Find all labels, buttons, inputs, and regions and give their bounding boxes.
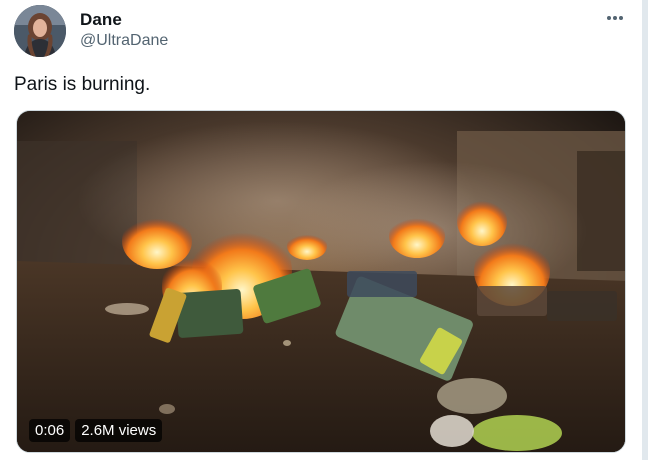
tweet-text: Paris is burning.	[14, 74, 151, 95]
video-duration: 0:06	[29, 419, 71, 442]
video-player[interactable]: 0:06 2.6M views	[16, 110, 626, 453]
dot	[619, 16, 623, 20]
video-info: 0:06 2.6M views	[29, 419, 163, 442]
right-divider	[642, 0, 648, 460]
view-count: 2.6M views	[75, 419, 163, 442]
video-frame	[17, 111, 625, 452]
more-options-icon[interactable]	[604, 8, 626, 28]
avatar-image	[14, 5, 66, 57]
avatar[interactable]	[14, 5, 66, 57]
user-handle[interactable]: @UltraDane	[80, 32, 168, 50]
dot	[607, 16, 611, 20]
dot	[613, 16, 617, 20]
display-name[interactable]: Dane	[80, 10, 122, 30]
